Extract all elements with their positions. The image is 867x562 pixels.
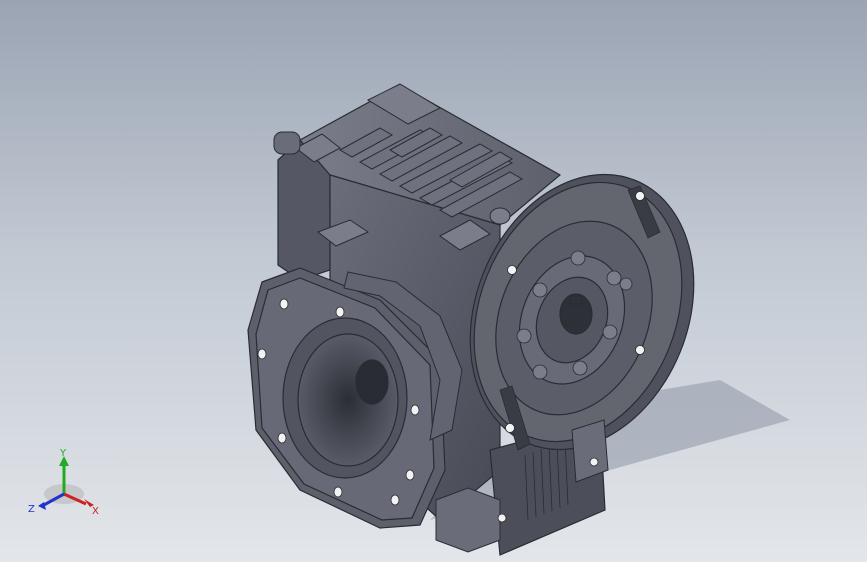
gearbox-model[interactable] [0, 0, 867, 562]
y-axis-label: Y [59, 448, 67, 459]
z-axis-label: Z [28, 504, 35, 515]
breather-plug [489, 207, 511, 225]
x-axis-label: X [92, 506, 99, 517]
orientation-triad[interactable]: Y X Z [24, 448, 104, 522]
graphics-viewport[interactable]: Y X Z [0, 0, 867, 562]
input-shaft-stub [273, 131, 301, 155]
